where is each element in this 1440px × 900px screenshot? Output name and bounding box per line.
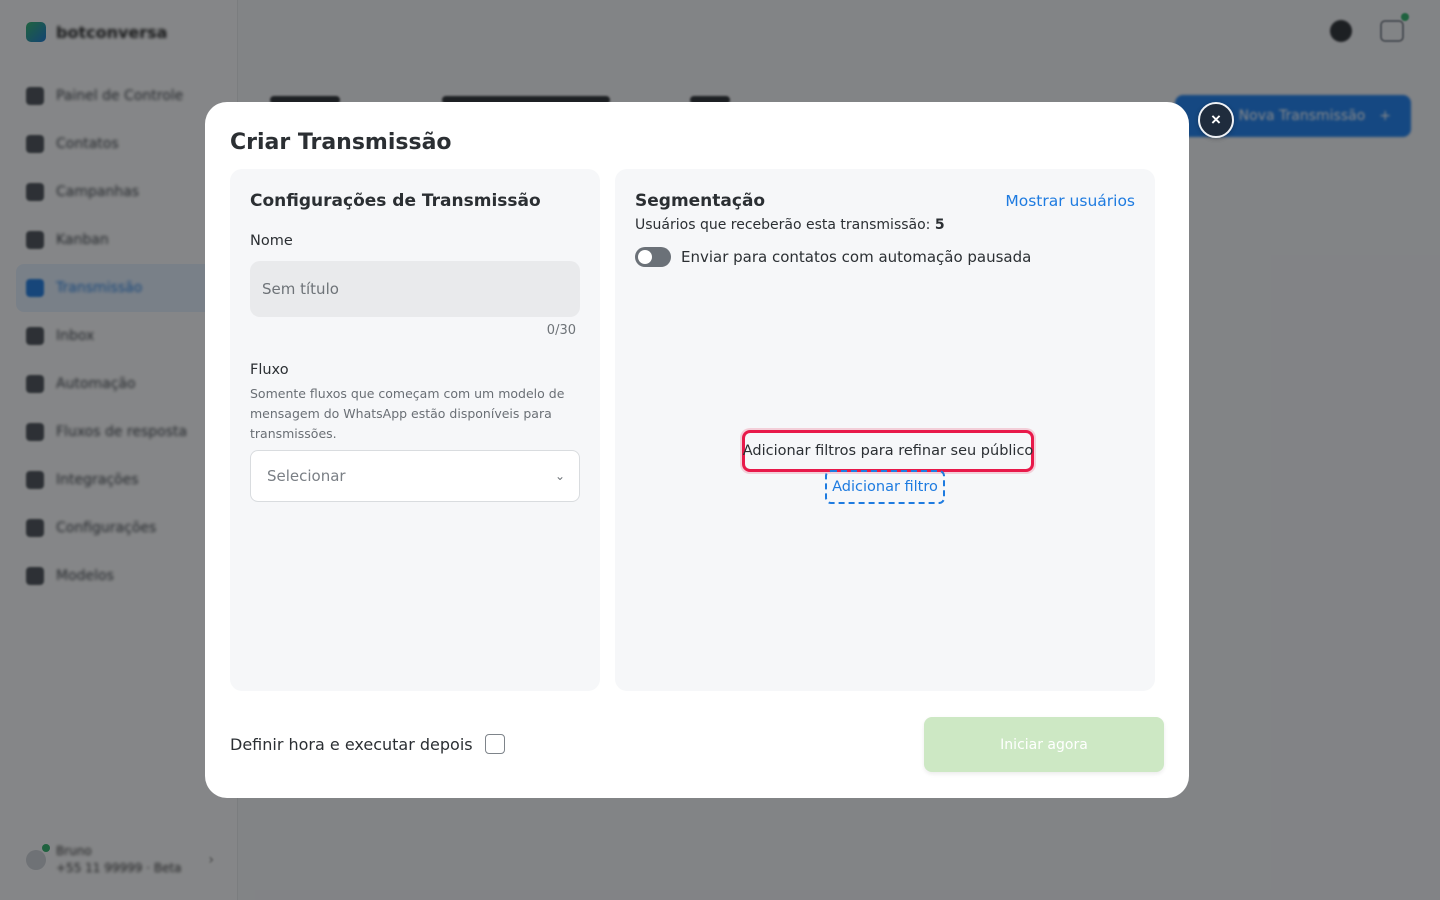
segmentation-title: Segmentação (635, 191, 766, 211)
recipients-label: Usuários que receberão esta transmissão: (635, 217, 931, 233)
paused-automation-label: Enviar para contatos com automação pausa… (681, 248, 1032, 266)
recipients-count: 5 (934, 217, 945, 233)
name-label: Nome (250, 233, 293, 249)
settings-title: Configurações de Transmissão (250, 191, 541, 211)
show-users-link[interactable]: Mostrar usuários (1005, 192, 1135, 210)
flow-helper-text: Somente fluxos que começam com um modelo… (250, 386, 565, 441)
schedule-row: Definir hora e executar depois (230, 734, 505, 754)
broadcast-settings-panel: Configurações de Transmissão Nome 0/30 F… (230, 169, 600, 691)
create-broadcast-modal: Criar Transmissão × Configurações de Tra… (205, 102, 1234, 798)
segmentation-header: Segmentação Mostrar usuários (635, 189, 1135, 213)
flow-select[interactable]: Selecionar ⌄ (250, 450, 580, 502)
paused-automation-row: Enviar para contatos com automação pausa… (635, 247, 1135, 267)
paused-automation-toggle[interactable] (635, 247, 671, 267)
segmentation-panel: Segmentação Mostrar usuários Usuários qu… (615, 169, 1155, 691)
schedule-checkbox[interactable] (484, 734, 505, 754)
start-now-button[interactable]: Iniciar agora (924, 717, 1164, 772)
name-input[interactable] (250, 261, 580, 317)
chevron-down-icon: ⌄ (554, 469, 565, 483)
flow-select-value: Selecionar (267, 467, 346, 485)
close-icon[interactable]: × (1198, 102, 1234, 138)
recipients-summary: Usuários que receberão esta transmissão:… (635, 215, 1135, 235)
schedule-label: Definir hora e executar depois (230, 734, 473, 754)
name-char-counter: 0/30 (546, 323, 576, 338)
modal-title: Criar Transmissão (230, 130, 452, 155)
flow-label: Fluxo (250, 362, 289, 378)
add-filter-button[interactable]: Adicionar filtro (825, 470, 945, 504)
filter-hint-text: Adicionar filtros para refinar seu públi… (742, 430, 1034, 472)
